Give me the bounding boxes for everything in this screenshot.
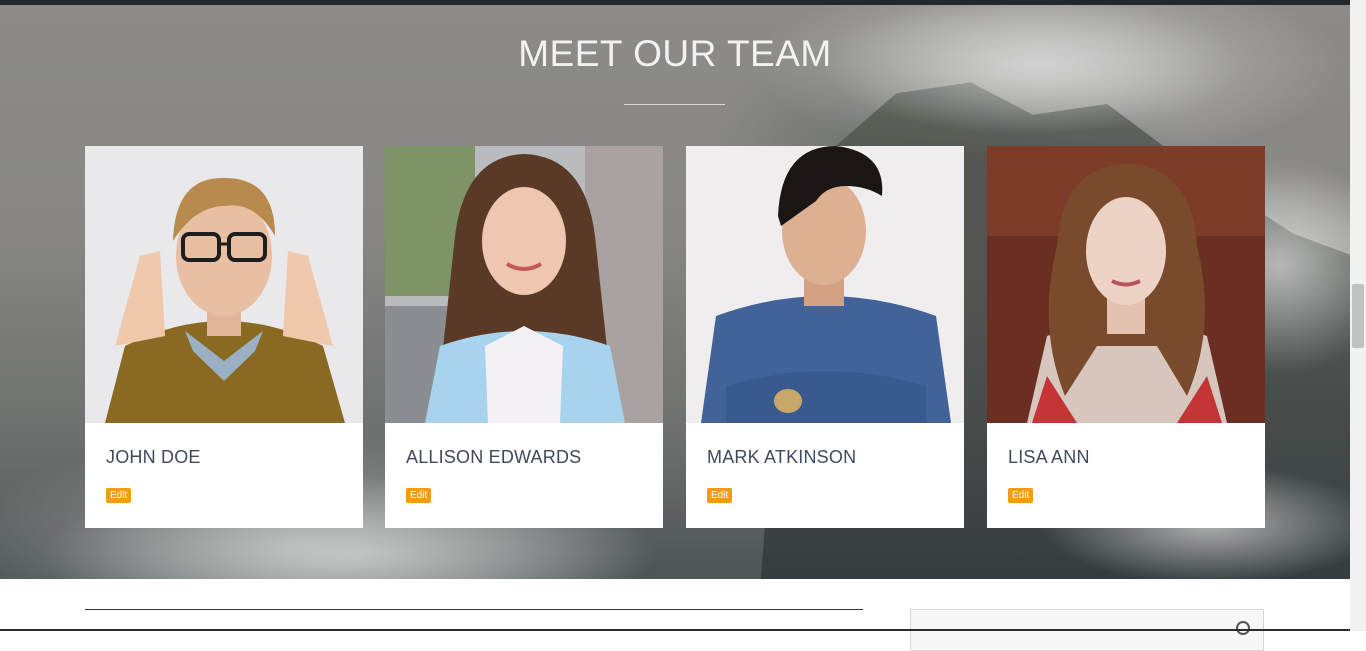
member-photo: [85, 146, 363, 423]
member-photo: [385, 146, 663, 423]
edit-button[interactable]: Edit: [106, 488, 132, 503]
member-name: LISA ANN: [1008, 447, 1090, 467]
edit-button[interactable]: Edit: [406, 488, 432, 503]
member-name: JOHN DOE: [106, 447, 201, 467]
member-name: ALLISON EDWARDS: [406, 447, 582, 467]
member-photo: [686, 146, 964, 423]
content-divider: [85, 609, 863, 610]
member-photo: [987, 146, 1265, 423]
member-name: MARK ATKINSON: [707, 447, 857, 467]
team-card: MARK ATKINSON Edit: [686, 146, 964, 528]
title-divider: [624, 104, 725, 105]
section-title: MEET OUR TEAM: [518, 33, 832, 74]
edit-button[interactable]: Edit: [1008, 488, 1034, 503]
team-card: JOHN DOE Edit: [85, 146, 363, 528]
edit-button[interactable]: Edit: [707, 488, 733, 503]
team-card: LISA ANN Edit: [987, 146, 1265, 528]
search-icon[interactable]: [1236, 621, 1250, 635]
team-section: MEET OUR TEAM JOHN DOE Edit ALLISON EDWA…: [0, 5, 1350, 579]
team-card: ALLISON EDWARDS Edit: [385, 146, 663, 528]
scrollbar-thumb[interactable]: [1352, 284, 1364, 348]
